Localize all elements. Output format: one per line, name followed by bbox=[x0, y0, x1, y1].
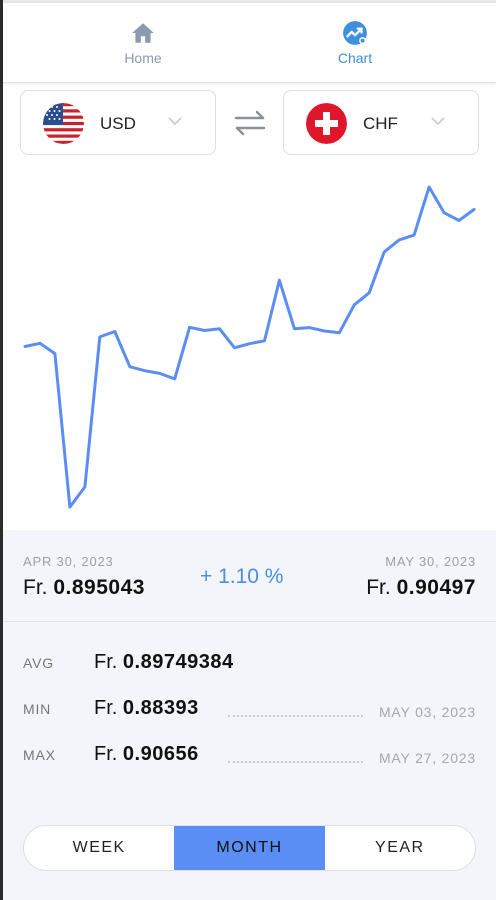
start-rate-value: 0.895043 bbox=[53, 576, 145, 599]
period-week-button[interactable]: WEEK bbox=[24, 826, 174, 870]
rate-chart[interactable] bbox=[3, 160, 496, 530]
period-month-button[interactable]: MONTH bbox=[174, 826, 325, 870]
end-currency: Fr. bbox=[366, 576, 391, 599]
chevron-down-icon bbox=[431, 117, 445, 126]
from-currency-code: USD bbox=[100, 114, 136, 133]
dotted-leader bbox=[228, 761, 363, 763]
min-number: 0.88393 bbox=[122, 697, 199, 719]
swap-arrows-icon[interactable] bbox=[232, 108, 268, 138]
period-selector: WEEK MONTH YEAR bbox=[23, 825, 476, 871]
avg-currency: Fr. bbox=[94, 651, 118, 673]
stat-min-row: MIN Fr. 0.88393 MAY 03, 2023 bbox=[3, 695, 496, 725]
avg-value: Fr. 0.89749384 bbox=[94, 651, 234, 674]
from-currency-select[interactable]: USD bbox=[20, 90, 216, 155]
avg-number: 0.89749384 bbox=[122, 651, 234, 673]
max-number: 0.90656 bbox=[122, 743, 199, 765]
nav-chart-label: Chart bbox=[337, 50, 373, 66]
min-value: Fr. 0.88393 bbox=[94, 697, 199, 720]
end-rate-value: 0.90497 bbox=[396, 576, 476, 599]
stat-max-row: MAX Fr. 0.90656 MAY 27, 2023 bbox=[3, 741, 496, 771]
end-date: MAY 30, 2023 bbox=[385, 554, 476, 569]
change-percent: + 1.10 % bbox=[200, 565, 284, 588]
max-value: Fr. 0.90656 bbox=[94, 743, 199, 766]
chevron-down-icon bbox=[168, 117, 182, 126]
stats-panel: AVG Fr. 0.89749384 MIN Fr. 0.88393 MAY 0… bbox=[3, 622, 496, 900]
min-currency: Fr. bbox=[94, 697, 118, 719]
end-rate: Fr. 0.90497 bbox=[366, 576, 476, 600]
us-flag-icon bbox=[43, 103, 84, 144]
max-currency: Fr. bbox=[94, 743, 118, 765]
nav-home-label: Home bbox=[124, 50, 162, 66]
period-summary: APR 30, 2023 Fr. 0.895043 + 1.10 % MAY 3… bbox=[3, 530, 496, 622]
period-year-button[interactable]: YEAR bbox=[325, 826, 475, 870]
stat-avg-row: AVG Fr. 0.89749384 bbox=[3, 649, 496, 679]
home-icon bbox=[132, 23, 154, 43]
max-label: MAX bbox=[23, 747, 56, 763]
avg-label: AVG bbox=[23, 655, 54, 671]
line-chart bbox=[23, 185, 476, 509]
to-currency-code: CHF bbox=[363, 114, 398, 133]
min-date: MAY 03, 2023 bbox=[378, 704, 476, 720]
start-rate: Fr. 0.895043 bbox=[23, 576, 145, 600]
top-nav: Home Chart bbox=[3, 3, 496, 83]
nav-chart[interactable]: Chart bbox=[290, 3, 420, 83]
ch-flag-icon bbox=[306, 103, 347, 144]
chart-icon bbox=[343, 21, 367, 45]
nav-home[interactable]: Home bbox=[78, 3, 208, 83]
max-date: MAY 27, 2023 bbox=[378, 750, 476, 766]
start-date: APR 30, 2023 bbox=[23, 554, 114, 569]
dotted-leader bbox=[228, 715, 363, 717]
min-label: MIN bbox=[23, 701, 52, 717]
to-currency-select[interactable]: CHF bbox=[283, 90, 479, 155]
start-currency: Fr. bbox=[23, 576, 48, 599]
series-line bbox=[23, 185, 476, 509]
